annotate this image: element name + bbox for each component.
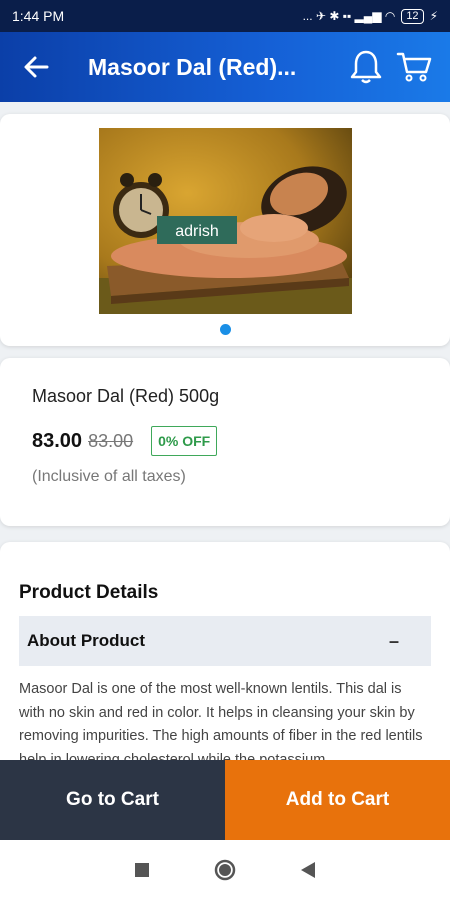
selling-price: 83.00: [32, 429, 83, 452]
carousel-indicator[interactable]: [220, 324, 231, 335]
cart-icon: [396, 52, 432, 82]
discount-badge: 0% OFF: [151, 426, 218, 456]
action-bar: Go to Cart Add to Cart: [0, 760, 450, 840]
go-to-cart-button[interactable]: Go to Cart: [0, 760, 225, 840]
charging-icon: ⚡: [429, 9, 438, 23]
brand-label: adrish: [175, 223, 219, 240]
back-nav-button[interactable]: [293, 855, 323, 885]
status-bar: 1:44 PM ... ✈ ✱ ▪▪ ▂▄▆ ◠ 12 ⚡: [0, 0, 450, 32]
about-product-accordion[interactable]: About Product –: [19, 616, 431, 666]
status-indicators: ... ✈ ✱ ▪▪ ▂▄▆ ◠: [302, 9, 396, 23]
product-info-card: Masoor Dal (Red) 500g 83.00 83.00 0% OFF…: [0, 358, 450, 526]
product-image[interactable]: adrish: [99, 128, 352, 314]
circle-icon: [214, 859, 236, 881]
collapse-icon[interactable]: –: [389, 631, 399, 652]
tax-note: (Inclusive of all taxes): [32, 468, 186, 485]
cart-button[interactable]: [390, 43, 438, 91]
about-product-label: About Product: [27, 631, 146, 650]
back-arrow-icon: [24, 56, 49, 78]
triangle-back-icon: [301, 862, 316, 878]
add-to-cart-button[interactable]: Add to Cart: [225, 760, 450, 840]
status-icons: ... ✈ ✱ ▪▪ ▂▄▆ ◠ 12 ⚡: [302, 8, 438, 24]
original-price: 83.00: [88, 430, 134, 451]
details-title: Product Details: [19, 582, 159, 603]
product-name: Masoor Dal (Red) 500g: [32, 386, 220, 406]
home-button[interactable]: [210, 855, 240, 885]
price-row: 83.00 83.00 0% OFF: [32, 426, 218, 456]
notification-button[interactable]: [342, 43, 390, 91]
product-image-card: adrish: [0, 114, 450, 346]
back-button[interactable]: [12, 43, 60, 91]
recents-button[interactable]: [127, 855, 157, 885]
square-icon: [134, 863, 149, 877]
bell-icon: [350, 50, 382, 84]
page-title: Masoor Dal (Red)...: [88, 53, 297, 80]
system-nav-bar: [0, 840, 450, 900]
status-time: 1:44 PM: [12, 8, 65, 24]
product-description: Masoor Dal is one of the most well-known…: [19, 681, 423, 768]
app-bar: Masoor Dal (Red)...: [0, 32, 450, 102]
battery-indicator: 12: [401, 8, 424, 24]
